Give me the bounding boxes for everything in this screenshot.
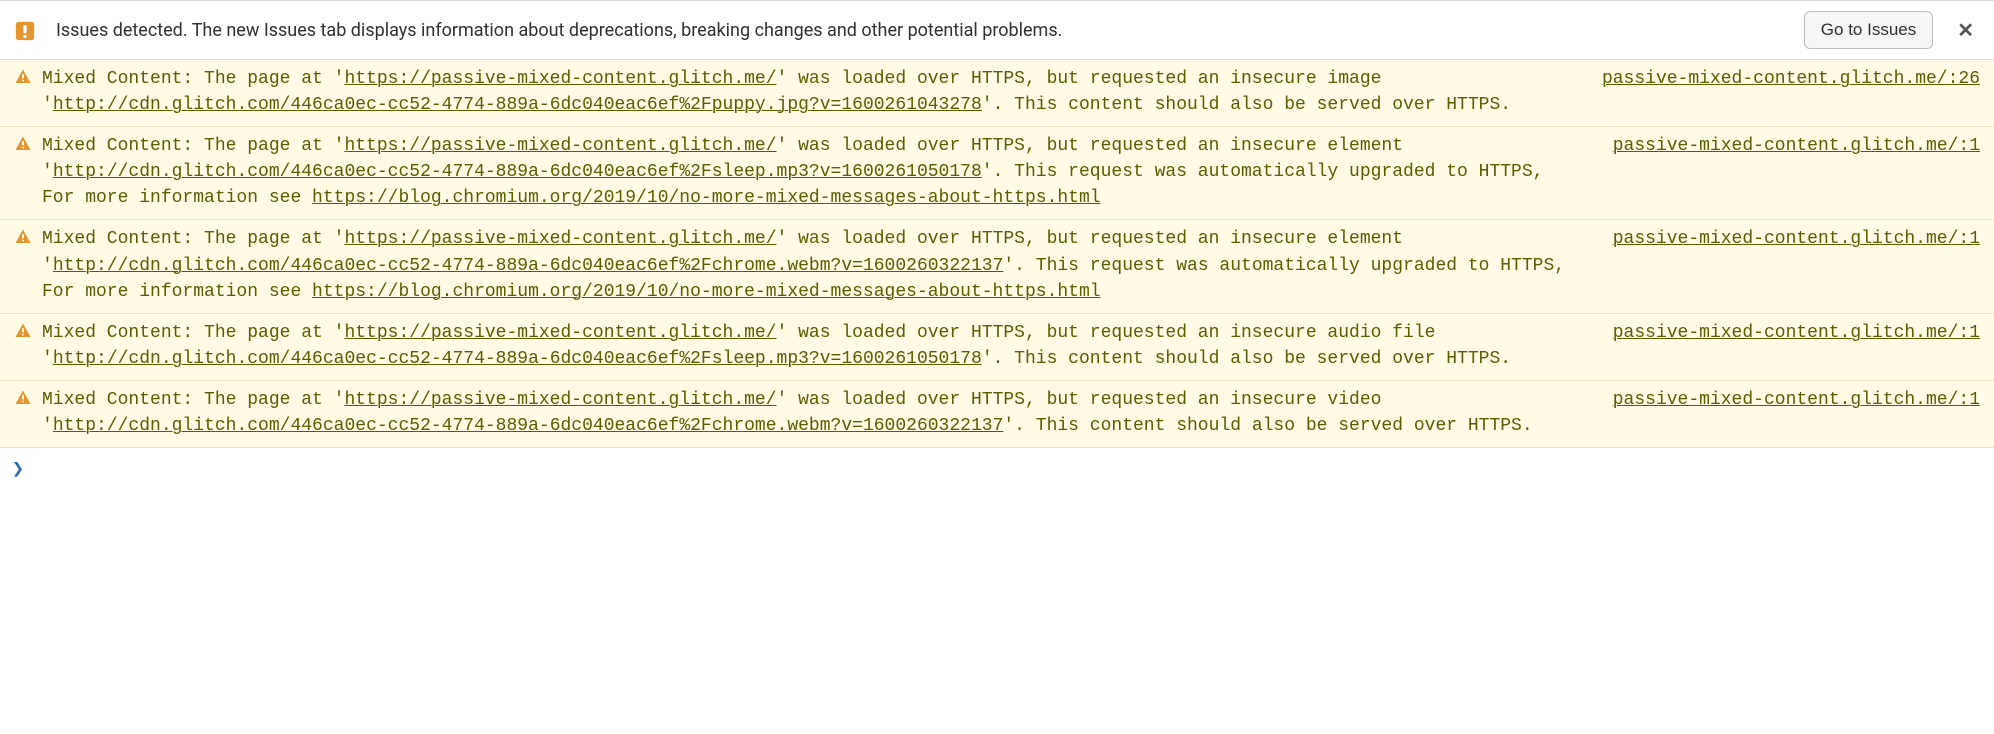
console-warning-row: Mixed Content: The page at 'https://pass… — [0, 220, 1994, 313]
close-icon[interactable]: ✕ — [1947, 18, 1980, 42]
message-text: Mixed Content: The page at ' — [42, 136, 344, 156]
message-text: '. This content should also be served ov… — [982, 95, 1511, 115]
console-warning-row: Mixed Content: The page at 'https://pass… — [0, 60, 1994, 127]
warning-message: Mixed Content: The page at 'https://pass… — [42, 387, 1573, 439]
message-text: Mixed Content: The page at ' — [42, 229, 344, 249]
message-link[interactable]: https://passive-mixed-content.glitch.me/ — [344, 69, 776, 89]
message-link[interactable]: http://cdn.glitch.com/446ca0ec-cc52-4774… — [53, 95, 982, 115]
warning-message: Mixed Content: The page at 'https://pass… — [42, 133, 1573, 211]
go-to-issues-button[interactable]: Go to Issues — [1804, 11, 1933, 49]
warning-icon — [14, 389, 32, 407]
issues-bar-text: Issues detected. The new Issues tab disp… — [50, 20, 1790, 41]
message-link[interactable]: http://cdn.glitch.com/446ca0ec-cc52-4774… — [53, 256, 1004, 276]
warning-message: Mixed Content: The page at 'https://pass… — [42, 226, 1573, 304]
message-link[interactable]: https://passive-mixed-content.glitch.me/ — [344, 390, 776, 410]
warning-message: Mixed Content: The page at 'https://pass… — [42, 66, 1562, 118]
message-link[interactable]: https://blog.chromium.org/2019/10/no-mor… — [312, 282, 1101, 302]
message-text: Mixed Content: The page at ' — [42, 390, 344, 410]
message-link[interactable]: https://blog.chromium.org/2019/10/no-mor… — [312, 188, 1101, 208]
message-link[interactable]: https://passive-mixed-content.glitch.me/ — [344, 323, 776, 343]
message-text: Mixed Content: The page at ' — [42, 69, 344, 89]
warning-source: passive-mixed-content.glitch.me/:1 — [1583, 387, 1980, 413]
message-text: Mixed Content: The page at ' — [42, 323, 344, 343]
console-warning-row: Mixed Content: The page at 'https://pass… — [0, 314, 1994, 381]
message-link[interactable]: https://passive-mixed-content.glitch.me/ — [344, 136, 776, 156]
console-messages: Mixed Content: The page at 'https://pass… — [0, 60, 1994, 448]
message-link[interactable]: http://cdn.glitch.com/446ca0ec-cc52-4774… — [53, 349, 982, 369]
source-link[interactable]: passive-mixed-content.glitch.me/:1 — [1613, 390, 1980, 410]
warning-source: passive-mixed-content.glitch.me/:1 — [1583, 226, 1980, 252]
warning-icon — [14, 322, 32, 340]
warning-source: passive-mixed-content.glitch.me/:26 — [1572, 66, 1980, 92]
console-warning-row: Mixed Content: The page at 'https://pass… — [0, 127, 1994, 220]
warning-icon — [14, 68, 32, 86]
warning-source: passive-mixed-content.glitch.me/:1 — [1583, 320, 1980, 346]
message-text: '. This content should also be served ov… — [982, 349, 1511, 369]
warning-message: Mixed Content: The page at 'https://pass… — [42, 320, 1573, 372]
source-link[interactable]: passive-mixed-content.glitch.me/:1 — [1613, 323, 1980, 343]
message-link[interactable]: http://cdn.glitch.com/446ca0ec-cc52-4774… — [53, 162, 982, 182]
source-link[interactable]: passive-mixed-content.glitch.me/:1 — [1613, 229, 1980, 249]
message-text: '. This content should also be served ov… — [1003, 416, 1532, 436]
console-prompt[interactable]: ❯ — [0, 448, 1994, 488]
warning-source: passive-mixed-content.glitch.me/:1 — [1583, 133, 1980, 159]
message-link[interactable]: https://passive-mixed-content.glitch.me/ — [344, 229, 776, 249]
message-link[interactable]: http://cdn.glitch.com/446ca0ec-cc52-4774… — [53, 416, 1004, 436]
console-warning-row: Mixed Content: The page at 'https://pass… — [0, 381, 1994, 448]
source-link[interactable]: passive-mixed-content.glitch.me/:26 — [1602, 69, 1980, 89]
warning-icon — [14, 135, 32, 153]
source-link[interactable]: passive-mixed-content.glitch.me/:1 — [1613, 136, 1980, 156]
warning-icon — [14, 228, 32, 246]
issues-bar: Issues detected. The new Issues tab disp… — [0, 0, 1994, 60]
issues-icon — [14, 20, 36, 42]
